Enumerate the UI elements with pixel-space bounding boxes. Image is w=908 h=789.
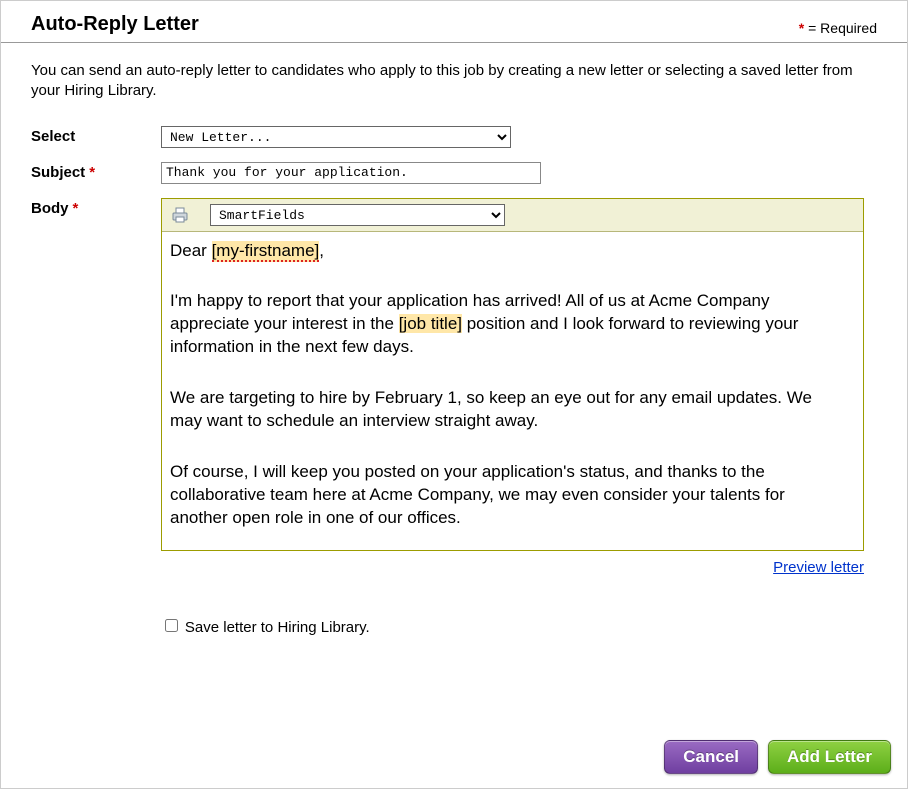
subject-input[interactable]	[161, 162, 541, 184]
preview-row: Preview letter	[161, 551, 864, 576]
row-subject: Subject*	[31, 162, 877, 184]
panel-content: You can send an auto-reply letter to can…	[1, 43, 907, 636]
add-letter-button[interactable]: Add Letter	[768, 740, 891, 774]
body-greeting: Dear [my-firstname],	[170, 240, 847, 263]
rich-editor: SmartFields Dear [my-firstname], I'm hap…	[161, 198, 864, 551]
page-title: Auto-Reply Letter	[31, 13, 199, 36]
row-select: Select New Letter...	[31, 126, 877, 148]
body-p2: We are targeting to hire by February 1, …	[170, 387, 847, 433]
row-body: Body* SmartFields	[31, 198, 877, 636]
label-body: Body*	[31, 198, 161, 217]
letter-select[interactable]: New Letter...	[161, 126, 511, 148]
label-subject: Subject*	[31, 162, 161, 181]
body-p3: Of course, I will keep you posted on you…	[170, 461, 847, 530]
panel-header: Auto-Reply Letter * = Required	[1, 1, 907, 43]
smartfields-select[interactable]: SmartFields	[210, 204, 505, 226]
save-library-label[interactable]: Save letter to Hiring Library.	[185, 619, 370, 636]
body-p1: I'm happy to report that your applicatio…	[170, 290, 847, 359]
required-legend: * = Required	[799, 20, 877, 36]
auto-reply-panel: Auto-Reply Letter * = Required You can s…	[0, 0, 908, 789]
editor-toolbar: SmartFields	[162, 199, 863, 232]
button-bar: Cancel Add Letter	[664, 740, 891, 774]
preview-letter-link[interactable]: Preview letter	[773, 559, 864, 576]
save-library-checkbox[interactable]	[165, 619, 178, 632]
editor-body[interactable]: Dear [my-firstname], I'm happy to report…	[162, 232, 863, 550]
intro-text: You can send an auto-reply letter to can…	[31, 61, 877, 102]
required-star-icon: *	[89, 164, 95, 181]
label-select: Select	[31, 126, 161, 145]
save-library-row: Save letter to Hiring Library.	[161, 616, 877, 636]
required-star-icon: *	[73, 200, 79, 217]
token-my-firstname: [my-firstname]	[212, 241, 320, 262]
cancel-button[interactable]: Cancel	[664, 740, 758, 774]
printer-icon[interactable]	[170, 207, 190, 223]
token-job-title: [job title]	[399, 314, 462, 333]
